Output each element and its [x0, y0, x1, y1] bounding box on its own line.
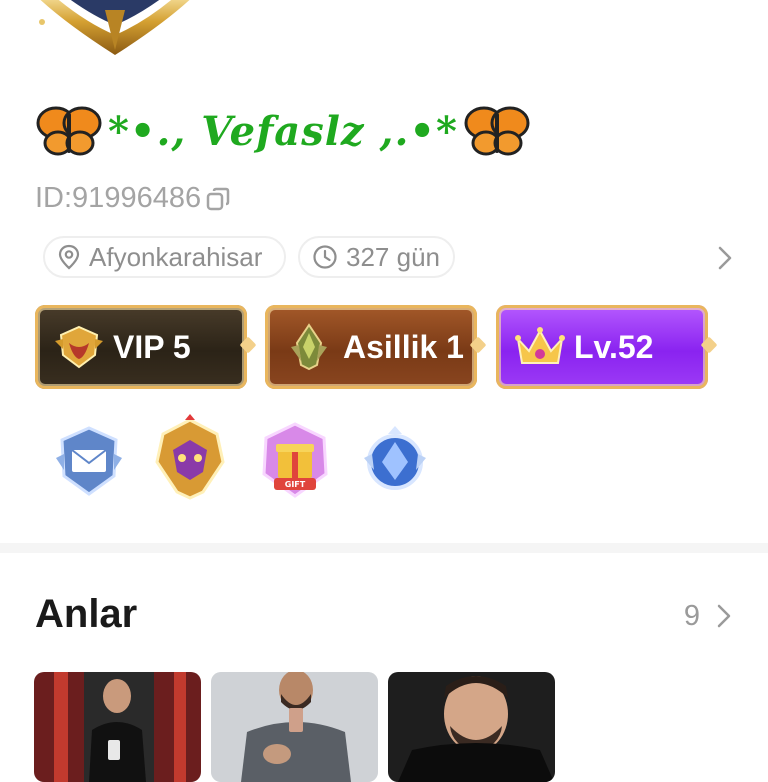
user-id-text: ID:91996486 [35, 182, 202, 214]
blue-crest-medal[interactable] [352, 418, 438, 504]
days-chip: 327 gün [298, 236, 455, 278]
nobility-crest-icon [291, 323, 327, 371]
level-badge-label: Lv.52 [574, 328, 654, 365]
nickname-row: *•., Vefaslz ,.•* [36, 100, 530, 162]
nickname-text: *•., Vefaslz ,.•* [108, 107, 458, 155]
butterfly-icon [464, 106, 530, 156]
vip-badge[interactable]: VIP 5 [35, 305, 247, 389]
chevron-right-icon[interactable] [716, 244, 734, 272]
moments-count[interactable]: 9 [684, 600, 700, 633]
vip-crest-icon [55, 325, 103, 369]
svg-text:GIFT: GIFT [285, 480, 306, 489]
clock-icon [313, 245, 337, 269]
gift-box-medal[interactable]: GIFT [252, 418, 338, 504]
avatar-frame-emblem [39, 0, 190, 55]
level-badge[interactable]: Lv.52 [496, 305, 708, 389]
location-text: Afyonkarahisar [89, 241, 263, 272]
chevron-right-icon[interactable] [716, 603, 732, 629]
nobility-badge[interactable]: Asillik 1 [265, 305, 477, 389]
envelope-shield-medal[interactable] [46, 418, 132, 504]
location-pin-icon [58, 244, 80, 270]
days-text: 327 gün [346, 241, 440, 272]
nobility-badge-label: Asillik 1 [343, 328, 464, 365]
crown-icon [515, 327, 565, 364]
moment-photo-thumbnail[interactable] [34, 672, 201, 782]
location-chip: Afyonkarahisar [43, 236, 286, 278]
golden-wolf-medal[interactable] [145, 414, 235, 504]
butterfly-icon [36, 106, 102, 156]
moments-title: Anlar [35, 592, 138, 636]
user-id-row: ID:91996486 [35, 182, 231, 215]
moment-photo-thumbnail[interactable] [388, 672, 555, 782]
copy-icon[interactable] [205, 186, 231, 212]
moment-photo-thumbnail[interactable] [211, 672, 378, 782]
vip-badge-label: VIP 5 [113, 328, 191, 365]
section-divider [0, 543, 768, 553]
